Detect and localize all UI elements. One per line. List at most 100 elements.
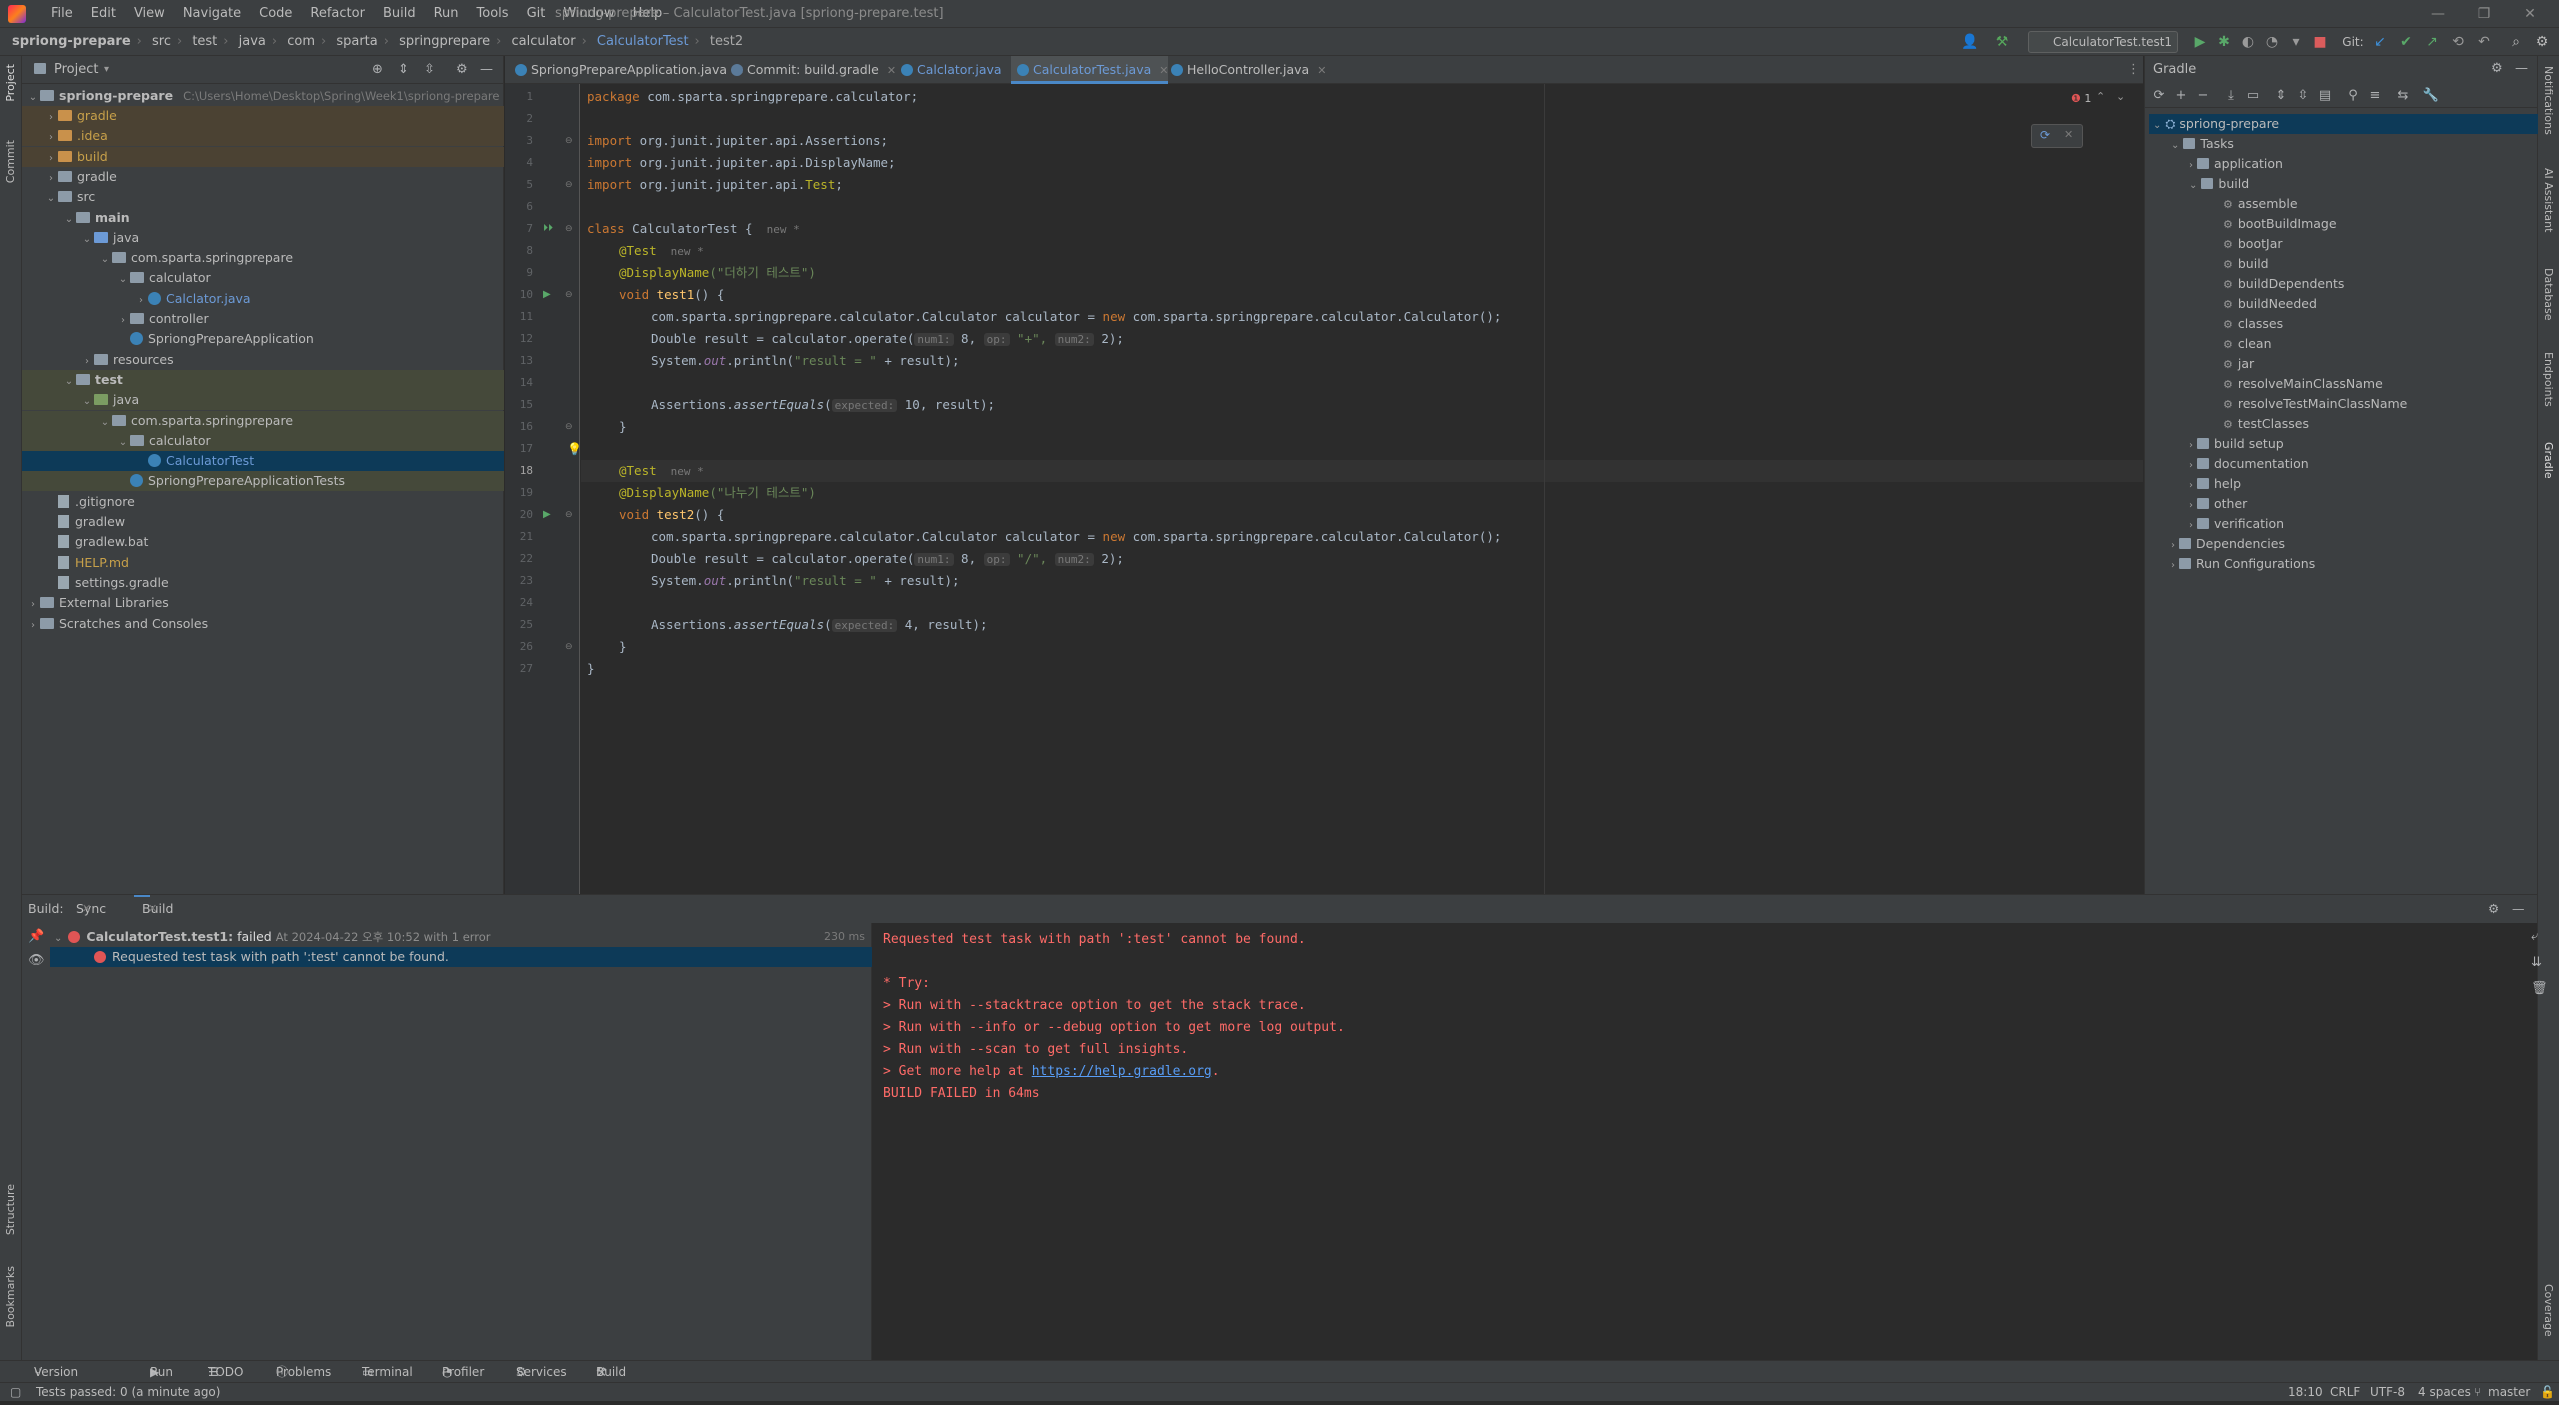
build-console[interactable]: Requested test task with path ':test' ca… xyxy=(873,923,2548,1361)
more-run-icon[interactable]: ▾ xyxy=(2286,32,2306,52)
status-message[interactable]: Tests passed: 0 (a minute ago) xyxy=(36,1383,220,1402)
file-encoding[interactable]: UTF-8 xyxy=(2370,1383,2405,1402)
tree-item[interactable]: › gradle xyxy=(22,106,504,126)
indent-setting[interactable]: 4 spaces xyxy=(2418,1383,2471,1402)
chevron-right-icon[interactable]: › xyxy=(44,149,58,169)
tab-calclator-java[interactable]: Calclator.java✕ xyxy=(895,56,1019,84)
hide-panel-icon[interactable]: — xyxy=(2512,895,2525,923)
chevron-down-icon[interactable]: ⌄ xyxy=(98,250,112,270)
tree-item[interactable]: .gitignore xyxy=(22,492,504,512)
fold-icon[interactable]: ⊖ xyxy=(565,130,573,152)
menu-git[interactable]: Git xyxy=(518,0,555,28)
menu-refactor[interactable]: Refactor xyxy=(301,0,374,28)
eye-icon[interactable]: 👁 xyxy=(28,953,45,968)
run-class-icon[interactable]: ⏵⏵ xyxy=(543,218,553,240)
breadcrumb-item[interactable]: test2 xyxy=(710,34,743,49)
tool-project[interactable]: Project xyxy=(4,64,17,102)
chevron-right-icon[interactable]: › xyxy=(2185,440,2197,451)
close-tab-icon[interactable]: ✕ xyxy=(142,895,157,923)
breadcrumb-item[interactable]: calculator xyxy=(511,34,575,49)
gradle-reload-icon[interactable]: ⟳ xyxy=(2040,128,2050,142)
gradle-dependencies[interactable]: › Dependencies xyxy=(2167,534,2285,554)
tree-item[interactable]: CalculatorTest xyxy=(22,451,504,472)
tree-item[interactable]: gradlew.bat xyxy=(22,532,504,552)
line-separator[interactable]: CRLF xyxy=(2330,1383,2360,1402)
build-task-row[interactable]: ⌄ CalculatorTest.test1: failed At 2024-04… xyxy=(54,927,869,947)
menu-navigate[interactable]: Navigate xyxy=(174,0,250,28)
gradle-group[interactable]: › documentation xyxy=(2185,454,2309,474)
tool-structure[interactable]: Structure xyxy=(4,1184,17,1235)
user-icon[interactable]: 👤 xyxy=(1960,32,1980,52)
git-history-icon[interactable]: ⟲ xyxy=(2448,32,2468,52)
analyze-icon[interactable]: ⚲ xyxy=(2343,86,2363,106)
gradle-tasks[interactable]: ⌄ Tasks xyxy=(2167,134,2234,154)
tool-commit[interactable]: Commit xyxy=(4,140,17,183)
chevron-right-icon[interactable]: › xyxy=(44,108,58,128)
scroll-to-end-icon[interactable]: ⇊ xyxy=(2531,955,2542,970)
tree-item[interactable]: › gradle xyxy=(22,167,504,187)
gradle-task[interactable]: ⚙ bootBuildImage xyxy=(2223,214,2337,234)
gradle-task[interactable]: ⚙ bootJar xyxy=(2223,234,2283,254)
tree-item[interactable]: › resources xyxy=(22,350,504,370)
tree-item[interactable]: › controller xyxy=(22,309,504,329)
reload-icon[interactable]: ⟳ xyxy=(2149,86,2169,106)
soft-wrap-icon[interactable]: ⤶ xyxy=(2531,929,2538,944)
chevron-down-icon[interactable]: ▾ xyxy=(104,56,109,84)
tree-item[interactable]: settings.gradle xyxy=(22,573,504,593)
gradle-root[interactable]: ⌄ ⛭ spriong-prepare xyxy=(2149,114,2538,134)
collapse-all-icon[interactable]: ⇳ xyxy=(424,56,435,84)
tree-item[interactable]: ⌄ java xyxy=(22,228,504,248)
tab-spriong-prepare-application[interactable]: SpriongPrepareApplication.java✕ xyxy=(509,56,744,84)
chevron-right-icon[interactable]: › xyxy=(134,291,148,311)
run-test-icon[interactable]: ▶ xyxy=(543,504,551,526)
gradle-task[interactable]: ⚙ buildDependents xyxy=(2223,274,2344,294)
profile-icon[interactable]: ◔ xyxy=(2262,32,2282,52)
error-indicator[interactable]: ❶ 1 xyxy=(2071,92,2091,105)
breadcrumb-item[interactable]: sparta xyxy=(336,34,377,49)
chevron-down-icon[interactable]: ⌄ xyxy=(80,392,94,412)
tab-hello-controller-java[interactable]: HelloController.java ✕ xyxy=(1165,56,1326,84)
tree-root[interactable]: ⌄ spriong-prepare C:\Users\Home\Desktop\S… xyxy=(22,86,504,106)
run-configuration-select[interactable]: CalculatorTest.test1 xyxy=(2028,31,2178,53)
gradle-task[interactable]: ⚙ jar xyxy=(2223,354,2254,374)
tree-item[interactable]: › build xyxy=(22,146,504,169)
debug-icon[interactable]: ✱ xyxy=(2214,32,2234,52)
offline-icon[interactable]: ≡ xyxy=(2365,86,2385,106)
tree-item[interactable]: ⌄ com.sparta.springprepare xyxy=(22,410,504,431)
fold-icon[interactable]: ⊖ xyxy=(565,218,573,240)
pin-icon[interactable]: 📌 xyxy=(28,929,44,944)
menu-build[interactable]: Build xyxy=(374,0,425,28)
gradle-group[interactable]: › verification xyxy=(2185,514,2284,534)
tree-item[interactable]: ⌄ src xyxy=(22,187,504,207)
next-error-icon[interactable]: ⌄ xyxy=(2116,90,2125,103)
tree-item[interactable]: gradlew xyxy=(22,512,504,532)
breadcrumb-item[interactable]: com xyxy=(287,34,315,49)
close-popup-icon[interactable]: ✕ xyxy=(2064,128,2073,141)
gradle-reload-popup[interactable]: ⟳ ✕ xyxy=(2031,124,2083,148)
code-editor[interactable]: ❶ 1 ⌃ ⌄ ⟳ ✕ package com.sparta.springpre… xyxy=(581,84,2143,894)
close-tab-icon[interactable]: ✕ xyxy=(76,895,91,923)
tree-item[interactable]: SpriongPrepareApplication xyxy=(22,329,504,349)
tree-item[interactable]: SpriongPrepareApplicationTests xyxy=(22,471,504,492)
fold-icon[interactable]: ⊖ xyxy=(565,636,573,658)
gradle-group-build[interactable]: ⌄ build xyxy=(2185,174,2249,194)
hammer-icon[interactable]: ⚒ xyxy=(1992,32,2012,52)
gradle-run-configurations[interactable]: › Run Configurations xyxy=(2167,554,2315,574)
fold-icon[interactable]: ⊖ xyxy=(565,416,573,438)
hide-panel-icon[interactable]: — xyxy=(2515,61,2528,76)
chevron-down-icon[interactable]: ⌄ xyxy=(62,210,76,230)
add-icon[interactable]: + xyxy=(2171,86,2191,106)
gradle-task[interactable]: ⚙ assemble xyxy=(2223,194,2298,214)
gear-icon[interactable]: ⚙ xyxy=(2488,895,2499,923)
git-commit-icon[interactable]: ✔ xyxy=(2396,32,2416,52)
chevron-right-icon[interactable]: › xyxy=(80,352,94,372)
chevron-down-icon[interactable]: ⌄ xyxy=(116,433,130,453)
coverage-icon[interactable]: ◐ xyxy=(2238,32,2258,52)
lock-icon[interactable]: 🔓 xyxy=(2540,1383,2555,1402)
chevron-right-icon[interactable]: › xyxy=(2185,480,2197,491)
tree-item[interactable]: › Calclator.java xyxy=(22,289,504,309)
chevron-right-icon[interactable]: › xyxy=(44,169,58,189)
minimize-icon[interactable]: — xyxy=(2415,0,2461,28)
trash-icon[interactable]: 🗑 xyxy=(2531,981,2548,996)
git-branch[interactable]: master xyxy=(2488,1383,2530,1402)
